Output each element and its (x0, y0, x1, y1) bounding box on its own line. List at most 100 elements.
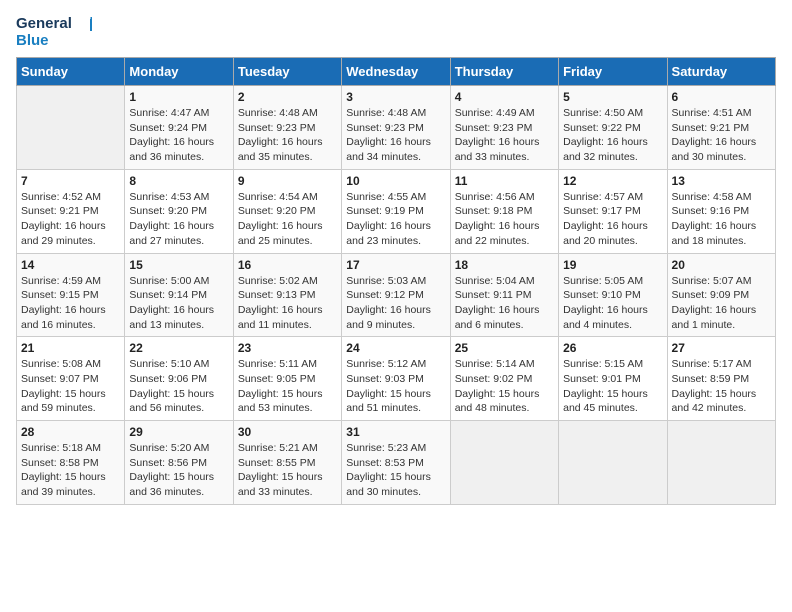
calendar-cell: 6Sunrise: 4:51 AM Sunset: 9:21 PM Daylig… (667, 86, 775, 170)
day-info: Sunrise: 5:10 AM Sunset: 9:06 PM Dayligh… (129, 357, 228, 416)
day-info: Sunrise: 4:53 AM Sunset: 9:20 PM Dayligh… (129, 190, 228, 249)
day-info: Sunrise: 4:59 AM Sunset: 9:15 PM Dayligh… (21, 274, 120, 333)
day-info: Sunrise: 4:52 AM Sunset: 9:21 PM Dayligh… (21, 190, 120, 249)
weekday-monday: Monday (125, 58, 233, 86)
day-info: Sunrise: 4:49 AM Sunset: 9:23 PM Dayligh… (455, 106, 554, 165)
calendar-cell: 7 Sunrise: 4:52 AM Sunset: 9:21 PM Daylig… (17, 169, 125, 253)
day-info: Sunrise: 4:57 AM Sunset: 9:17 PM Dayligh… (563, 190, 662, 249)
calendar-cell: 31 Sunrise: 5:23 AM Sunset: 8:53 PM Dayli… (342, 421, 450, 505)
day-number: 31 (346, 425, 445, 439)
calendar-week-3: 14 Sunrise: 4:59 AM Sunset: 9:15 PM Dayli… (17, 253, 776, 337)
calendar-cell: 24 Sunrise: 5:12 AM Sunset: 9:03 PM Dayli… (342, 337, 450, 421)
day-number: 25 (455, 341, 554, 355)
calendar-cell: 26 Sunrise: 5:15 AM Sunset: 9:01 PM Dayli… (559, 337, 667, 421)
calendar-cell: 25 Sunrise: 5:14 AM Sunset: 9:02 PM Dayli… (450, 337, 558, 421)
calendar-cell: 30 Sunrise: 5:21 AM Sunset: 8:55 PM Dayli… (233, 421, 341, 505)
day-number: 23 (238, 341, 337, 355)
day-info: Sunrise: 4:56 AM Sunset: 9:18 PM Dayligh… (455, 190, 554, 249)
weekday-friday: Friday (559, 58, 667, 86)
calendar-cell (17, 86, 125, 170)
day-info: Sunrise: 5:15 AM Sunset: 9:01 PM Dayligh… (563, 357, 662, 416)
weekday-thursday: Thursday (450, 58, 558, 86)
day-info: Sunrise: 5:08 AM Sunset: 9:07 PM Dayligh… (21, 357, 120, 416)
weekday-tuesday: Tuesday (233, 58, 341, 86)
day-info: Sunrise: 4:51 AM Sunset: 9:21 PM Dayligh… (672, 106, 771, 165)
day-info: Sunrise: 5:02 AM Sunset: 9:13 PM Dayligh… (238, 274, 337, 333)
day-number: 14 (21, 258, 120, 272)
day-number: 17 (346, 258, 445, 272)
day-info: Sunrise: 4:50 AM Sunset: 9:22 PM Dayligh… (563, 106, 662, 165)
day-info: Sunrise: 4:48 AM Sunset: 9:23 PM Dayligh… (238, 106, 337, 165)
calendar-cell: 15 Sunrise: 5:00 AM Sunset: 9:14 PM Dayli… (125, 253, 233, 337)
calendar-cell: 1 Sunrise: 4:47 AM Sunset: 9:24 PM Daylig… (125, 86, 233, 170)
day-info: Sunrise: 5:17 AM Sunset: 8:59 PM Dayligh… (672, 357, 771, 416)
day-info: Sunrise: 5:03 AM Sunset: 9:12 PM Dayligh… (346, 274, 445, 333)
day-info: Sunrise: 4:47 AM Sunset: 9:24 PM Dayligh… (129, 106, 228, 165)
day-info: Sunrise: 5:05 AM Sunset: 9:10 PM Dayligh… (563, 274, 662, 333)
calendar-cell: 13Sunrise: 4:58 AM Sunset: 9:16 PM Dayli… (667, 169, 775, 253)
day-number: 7 (21, 174, 120, 188)
calendar-cell: 9 Sunrise: 4:54 AM Sunset: 9:20 PM Daylig… (233, 169, 341, 253)
day-number: 8 (129, 174, 228, 188)
day-number: 29 (129, 425, 228, 439)
calendar-cell (667, 421, 775, 505)
day-number: 4 (455, 90, 554, 104)
calendar-cell: 27 Sunrise: 5:17 AM Sunset: 8:59 PM Dayli… (667, 337, 775, 421)
calendar-cell: 20 Sunrise: 5:07 AM Sunset: 9:09 PM Dayli… (667, 253, 775, 337)
day-info: Sunrise: 4:55 AM Sunset: 9:19 PM Dayligh… (346, 190, 445, 249)
calendar-cell: 17 Sunrise: 5:03 AM Sunset: 9:12 PM Dayli… (342, 253, 450, 337)
day-number: 27 (672, 341, 771, 355)
calendar-cell: 11 Sunrise: 4:56 AM Sunset: 9:18 PM Dayli… (450, 169, 558, 253)
calendar-cell: 21Sunrise: 5:08 AM Sunset: 9:07 PM Dayli… (17, 337, 125, 421)
day-number: 26 (563, 341, 662, 355)
calendar-cell: 22Sunrise: 5:10 AM Sunset: 9:06 PM Dayli… (125, 337, 233, 421)
calendar-cell: 18 Sunrise: 5:04 AM Sunset: 9:11 PM Dayli… (450, 253, 558, 337)
calendar-cell: 29Sunrise: 5:20 AM Sunset: 8:56 PM Dayli… (125, 421, 233, 505)
calendar-week-4: 21Sunrise: 5:08 AM Sunset: 9:07 PM Dayli… (17, 337, 776, 421)
day-number: 24 (346, 341, 445, 355)
calendar-cell: 12 Sunrise: 4:57 AM Sunset: 9:17 PM Dayli… (559, 169, 667, 253)
day-info: Sunrise: 4:54 AM Sunset: 9:20 PM Dayligh… (238, 190, 337, 249)
day-info: Sunrise: 5:07 AM Sunset: 9:09 PM Dayligh… (672, 274, 771, 333)
calendar-cell: 23 Sunrise: 5:11 AM Sunset: 9:05 PM Dayli… (233, 337, 341, 421)
day-number: 5 (563, 90, 662, 104)
day-number: 3 (346, 90, 445, 104)
day-number: 1 (129, 90, 228, 104)
day-info: Sunrise: 5:14 AM Sunset: 9:02 PM Dayligh… (455, 357, 554, 416)
calendar-week-5: 28 Sunrise: 5:18 AM Sunset: 8:58 PM Dayli… (17, 421, 776, 505)
calendar-table: SundayMondayTuesdayWednesdayThursdayFrid… (16, 57, 776, 505)
day-number: 11 (455, 174, 554, 188)
calendar-cell: 14 Sunrise: 4:59 AM Sunset: 9:15 PM Dayli… (17, 253, 125, 337)
day-info: Sunrise: 4:48 AM Sunset: 9:23 PM Dayligh… (346, 106, 445, 165)
day-number: 9 (238, 174, 337, 188)
day-number: 28 (21, 425, 120, 439)
weekday-header-row: SundayMondayTuesdayWednesdayThursdayFrid… (17, 58, 776, 86)
day-info: Sunrise: 5:11 AM Sunset: 9:05 PM Dayligh… (238, 357, 337, 416)
weekday-saturday: Saturday (667, 58, 775, 86)
day-info: Sunrise: 4:58 AM Sunset: 9:16 PM Dayligh… (672, 190, 771, 249)
calendar-week-1: 1 Sunrise: 4:47 AM Sunset: 9:24 PM Daylig… (17, 86, 776, 170)
logo: General Blue (16, 16, 92, 49)
logo-text: General Blue (16, 16, 92, 49)
day-number: 30 (238, 425, 337, 439)
day-number: 15 (129, 258, 228, 272)
day-number: 12 (563, 174, 662, 188)
calendar-cell: 28 Sunrise: 5:18 AM Sunset: 8:58 PM Dayli… (17, 421, 125, 505)
calendar-cell: 10Sunrise: 4:55 AM Sunset: 9:19 PM Dayli… (342, 169, 450, 253)
day-info: Sunrise: 5:04 AM Sunset: 9:11 PM Dayligh… (455, 274, 554, 333)
day-info: Sunrise: 5:00 AM Sunset: 9:14 PM Dayligh… (129, 274, 228, 333)
day-number: 20 (672, 258, 771, 272)
day-info: Sunrise: 5:18 AM Sunset: 8:58 PM Dayligh… (21, 441, 120, 500)
day-number: 18 (455, 258, 554, 272)
day-number: 19 (563, 258, 662, 272)
calendar-cell: 2Sunrise: 4:48 AM Sunset: 9:23 PM Daylig… (233, 86, 341, 170)
day-info: Sunrise: 5:21 AM Sunset: 8:55 PM Dayligh… (238, 441, 337, 500)
calendar-cell: 8 Sunrise: 4:53 AM Sunset: 9:20 PM Daylig… (125, 169, 233, 253)
calendar-cell: 19 Sunrise: 5:05 AM Sunset: 9:10 PM Dayli… (559, 253, 667, 337)
calendar-cell: 16Sunrise: 5:02 AM Sunset: 9:13 PM Dayli… (233, 253, 341, 337)
calendar-cell (450, 421, 558, 505)
calendar-body: 1 Sunrise: 4:47 AM Sunset: 9:24 PM Daylig… (17, 86, 776, 505)
day-info: Sunrise: 5:12 AM Sunset: 9:03 PM Dayligh… (346, 357, 445, 416)
day-info: Sunrise: 5:23 AM Sunset: 8:53 PM Dayligh… (346, 441, 445, 500)
calendar-cell: 4 Sunrise: 4:49 AM Sunset: 9:23 PM Daylig… (450, 86, 558, 170)
